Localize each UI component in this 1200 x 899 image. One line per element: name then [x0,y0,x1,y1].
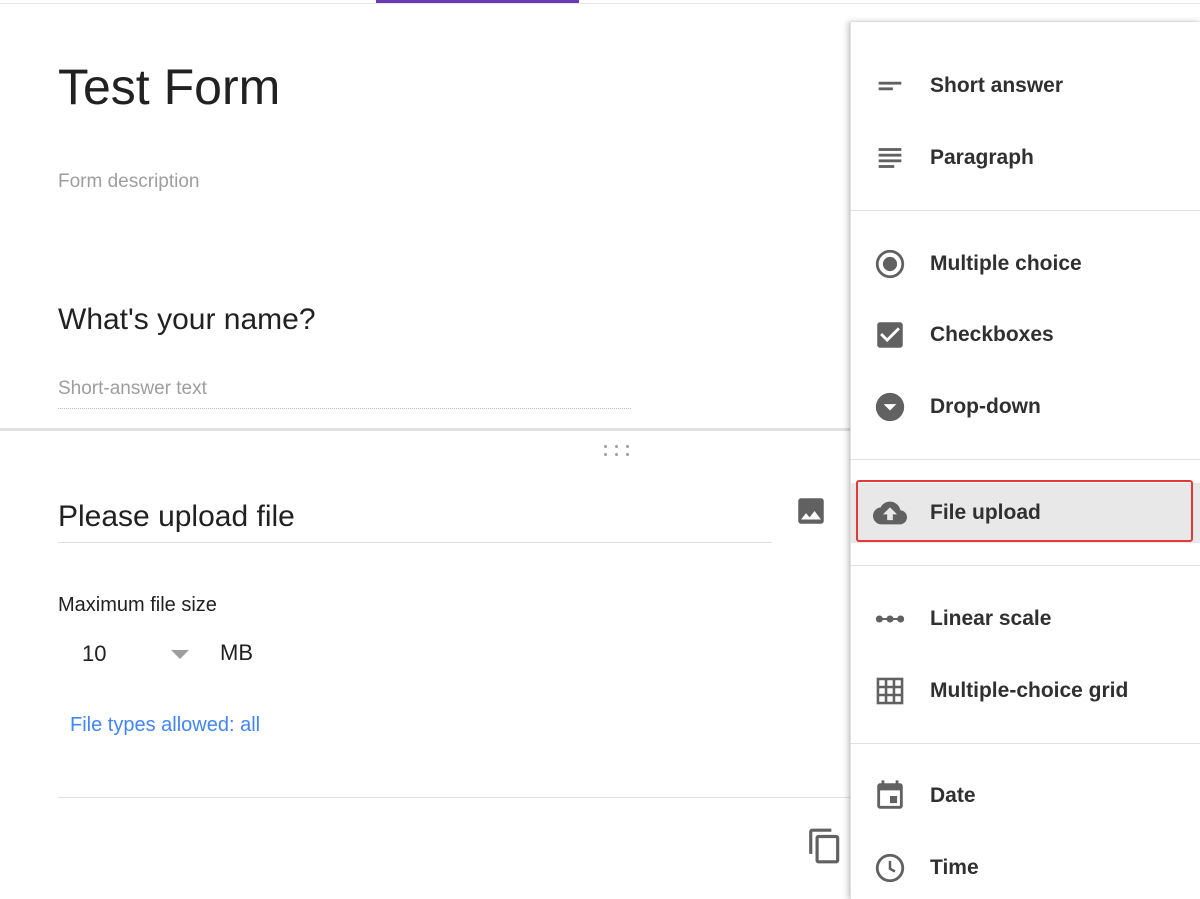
menu-divider [851,459,1200,460]
question-footer-divider [58,797,851,798]
selection-highlight [856,480,1193,542]
active-tab-indicator [376,0,579,3]
menu-item-label: Checkboxes [930,323,1054,346]
dropdown-icon [873,390,907,424]
menu-divider [851,210,1200,211]
image-icon[interactable] [794,494,828,528]
menu-item-short-answer[interactable]: Short answer [851,56,1200,116]
menu-item-label: Multiple choice [930,252,1082,275]
clock-icon [873,851,907,885]
copy-icon[interactable] [806,826,844,866]
max-file-size-label: Maximum file size [58,594,217,616]
short-answer-icon [873,69,907,103]
question-title-input[interactable]: Please upload file [58,500,772,543]
menu-item-time[interactable]: Time [851,838,1200,898]
menu-item-label: Linear scale [930,607,1052,630]
menu-item-file-upload[interactable]: File upload [851,480,1200,543]
caret-down-icon [171,650,189,659]
paragraph-icon [873,141,907,175]
drag-handle-icon[interactable] [603,444,631,458]
grid-icon [873,674,907,708]
menu-item-date[interactable]: Date [851,766,1200,826]
menu-item-multiple-choice[interactable]: Multiple choice [851,234,1200,294]
question-separator [0,428,850,431]
linear-scale-icon [873,602,907,636]
menu-item-linear-scale[interactable]: Linear scale [851,589,1200,649]
question-title[interactable]: What's your name? [58,303,316,337]
checkbox-icon [873,318,907,352]
menu-divider [851,565,1200,566]
file-types-link[interactable]: File types allowed: all [70,714,260,737]
menu-item-label: Short answer [930,74,1064,97]
menu-item-label: Multiple-choice grid [930,679,1129,702]
radio-icon [873,247,907,281]
menu-item-multiple-choice-grid[interactable]: Multiple-choice grid [851,661,1200,721]
top-divider [0,3,1200,4]
menu-item-label: Time [930,856,979,879]
calendar-icon [873,779,907,813]
short-answer-input: Short-answer text [58,378,631,409]
question-type-menu: Short answer Paragraph Multiple choice C… [850,22,1200,899]
menu-item-paragraph[interactable]: Paragraph [851,128,1200,188]
menu-item-checkboxes[interactable]: Checkboxes [851,305,1200,365]
menu-item-dropdown[interactable]: Drop-down [851,377,1200,437]
form-description-input[interactable]: Form description [58,171,200,193]
form-title[interactable]: Test Form [58,58,280,116]
menu-item-label: Paragraph [930,146,1034,169]
max-file-size-value: 10 [82,641,107,666]
menu-item-label: Date [930,784,976,807]
menu-item-label: Drop-down [930,395,1041,418]
max-file-size-select[interactable]: 10 [82,635,197,671]
size-unit-label: MB [220,640,253,665]
menu-divider [851,743,1200,744]
